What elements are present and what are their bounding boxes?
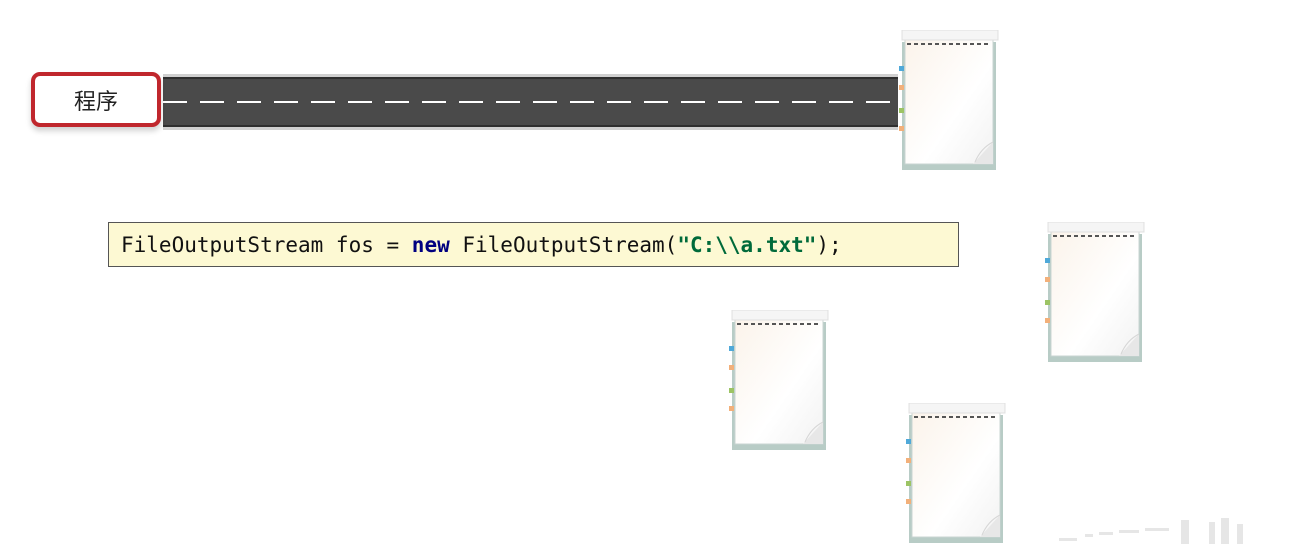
data-stream-road xyxy=(163,74,898,130)
code-suffix: ); xyxy=(816,232,842,257)
road-edge-top xyxy=(163,77,898,79)
road-edge-bottom xyxy=(163,125,898,127)
code-keyword: new xyxy=(411,232,450,257)
file-notebook-icon-right xyxy=(1045,222,1145,364)
program-label: 程序 xyxy=(73,89,118,115)
file-notebook-icon-target xyxy=(899,30,999,172)
code-string: "C:\\a.txt" xyxy=(677,232,817,257)
notebook-icon xyxy=(1045,222,1145,363)
file-notebook-icon-bottom xyxy=(906,403,1006,545)
program-box: 程序 xyxy=(31,72,161,127)
notebook-icon xyxy=(729,310,829,451)
code-prefix: FileOutputStream fos = xyxy=(121,232,412,257)
watermark-logo xyxy=(1059,518,1243,544)
code-middle: FileOutputStream( xyxy=(449,232,678,257)
road-lane-markings xyxy=(163,101,898,103)
notebook-icon xyxy=(899,30,999,171)
notebook-icon xyxy=(906,403,1006,544)
code-snippet: FileOutputStream fos = new FileOutputStr… xyxy=(108,222,959,267)
file-notebook-icon-left xyxy=(729,310,829,452)
